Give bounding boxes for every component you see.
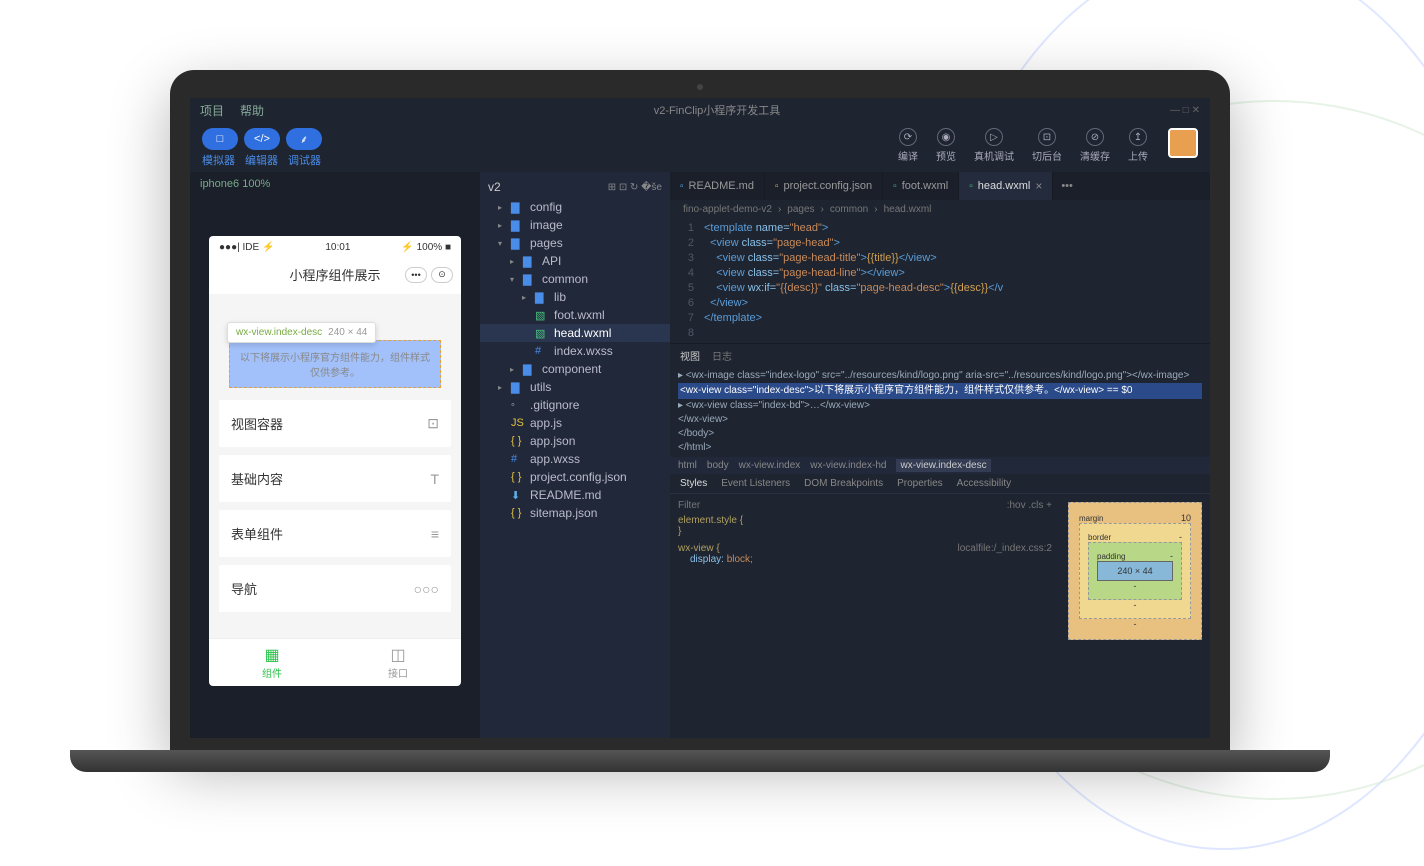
laptop-base bbox=[70, 750, 1330, 772]
tab-components[interactable]: ▦组件 bbox=[209, 639, 335, 686]
sim-menu-item[interactable]: 表单组件≡ bbox=[219, 510, 451, 557]
tree-item[interactable]: ▸ ▇ config bbox=[480, 198, 670, 216]
window-title: v2-FinClip小程序开发工具 bbox=[654, 102, 781, 118]
tree-item[interactable]: ▸ ▇ component bbox=[480, 360, 670, 378]
tree-item[interactable]: { } project.config.json bbox=[480, 468, 670, 486]
window-controls[interactable]: — □ ✕ bbox=[1170, 105, 1200, 116]
editor-tab[interactable]: ▫head.wxml× bbox=[959, 172, 1053, 200]
action-preview[interactable]: ◉预览 bbox=[936, 128, 956, 163]
tree-item[interactable]: { } app.json bbox=[480, 432, 670, 450]
phone-close-button[interactable]: ⊙ bbox=[431, 267, 453, 283]
toolbar: □ </> ⸙ 模拟器 编辑器 调试器 ⟳编译 ◉预览 ▷真机调试 ⊡切后台 bbox=[190, 122, 1210, 172]
laptop-frame: 项目 帮助 v2-FinClip小程序开发工具 — □ ✕ □ </> ⸙ 模拟… bbox=[170, 70, 1230, 772]
box-model: margin 10 border - padding - 240 × 4 bbox=[1060, 494, 1210, 738]
action-upload[interactable]: ↥上传 bbox=[1128, 128, 1148, 163]
pill-label-editor: 编辑器 bbox=[245, 152, 278, 168]
selected-element[interactable]: 以下将展示小程序官方组件能力，组件样式仅供参考。 bbox=[229, 340, 441, 388]
camera-dot bbox=[697, 84, 703, 90]
explorer-root[interactable]: v2 bbox=[488, 180, 501, 194]
action-background[interactable]: ⊡切后台 bbox=[1032, 128, 1062, 163]
tree-item[interactable]: ▸ ▇ image bbox=[480, 216, 670, 234]
explorer-actions[interactable]: ⊞ ⊡ ↻ �še bbox=[608, 182, 662, 193]
tree-item[interactable]: ◦ .gitignore bbox=[480, 396, 670, 414]
styles-filter-actions[interactable]: :hov .cls + bbox=[1007, 500, 1052, 511]
file-explorer: v2 ⊞ ⊡ ↻ �še ▸ ▇ config ▸ ▇ image ▾ ▇ pa… bbox=[480, 172, 670, 738]
devtools-tab-log[interactable]: 日志 bbox=[712, 348, 732, 363]
phone-title: 小程序组件展示 bbox=[289, 265, 380, 284]
tree-item[interactable]: # index.wxss bbox=[480, 342, 670, 360]
menubar: 项目 帮助 v2-FinClip小程序开发工具 — □ ✕ bbox=[190, 98, 1210, 122]
dom-crumb[interactable]: body bbox=[707, 460, 729, 471]
dom-crumb[interactable]: wx-view.index bbox=[739, 460, 801, 471]
phone-status-right: ⚡ 100% ■ bbox=[401, 242, 451, 253]
action-compile[interactable]: ⟳编译 bbox=[898, 128, 918, 163]
device-info: iphone6 100% bbox=[200, 178, 470, 190]
sim-menu-item[interactable]: 导航○○○ bbox=[219, 565, 451, 612]
pill-debugger[interactable]: ⸙ bbox=[286, 128, 322, 150]
sim-menu-item[interactable]: 基础内容T bbox=[219, 455, 451, 502]
phone-status-time: 10:01 bbox=[325, 242, 350, 253]
devtools-subtab[interactable]: DOM Breakpoints bbox=[804, 478, 883, 489]
phone-preview: ●●●| IDE ⚡ 10:01 ⚡ 100% ■ 小程序组件展示 ••• ⊙ bbox=[209, 236, 461, 686]
tree-item[interactable]: ▾ ▇ common bbox=[480, 270, 670, 288]
code-editor[interactable]: 1<template name="head">2 <view class="pa… bbox=[670, 219, 1210, 343]
dom-crumb[interactable]: wx-view.index-hd bbox=[810, 460, 886, 471]
devtools-subtab[interactable]: Event Listeners bbox=[721, 478, 790, 489]
editor-tab[interactable]: ▫foot.wxml bbox=[883, 172, 959, 200]
devtools-subtabs: Styles Event Listeners DOM Breakpoints Prop… bbox=[670, 474, 1210, 494]
editor-tabs: ▫README.md ▫project.config.json ▫foot.wx… bbox=[670, 172, 1210, 200]
tree-item[interactable]: ▧ foot.wxml bbox=[480, 306, 670, 324]
pill-label-debugger: 调试器 bbox=[288, 152, 321, 168]
tree-item[interactable]: ⬇ README.md bbox=[480, 486, 670, 504]
breadcrumb: fino-applet-demo-v2›pages›common›head.wx… bbox=[670, 200, 1210, 219]
editor-panel: ▫README.md ▫project.config.json ▫foot.wx… bbox=[670, 172, 1210, 738]
tree-item[interactable]: ▾ ▇ pages bbox=[480, 234, 670, 252]
tree-item[interactable]: JS app.js bbox=[480, 414, 670, 432]
devtools-tab-view[interactable]: 视图 bbox=[680, 348, 700, 363]
tree-item[interactable]: ▸ ▇ API bbox=[480, 252, 670, 270]
tree-item[interactable]: ▸ ▇ lib bbox=[480, 288, 670, 306]
pill-editor[interactable]: </> bbox=[244, 128, 280, 150]
pill-label-simulator: 模拟器 bbox=[202, 152, 235, 168]
sim-menu-item[interactable]: 视图容器⊡ bbox=[219, 400, 451, 447]
dom-breadcrumb[interactable]: html body wx-view.index wx-view.index-hd wx-… bbox=[670, 457, 1210, 474]
tree-item[interactable]: ▸ ▇ utils bbox=[480, 378, 670, 396]
devtools-subtab[interactable]: Properties bbox=[897, 478, 943, 489]
menu-help[interactable]: 帮助 bbox=[240, 102, 264, 119]
menu-project[interactable]: 项目 bbox=[200, 102, 224, 119]
dom-tree[interactable]: ▸ <wx-image class="index-logo" src="../r… bbox=[670, 367, 1210, 457]
phone-more-button[interactable]: ••• bbox=[405, 267, 427, 283]
styles-filter[interactable]: Filter bbox=[678, 500, 700, 511]
simulator-panel: iphone6 100% ●●●| IDE ⚡ 10:01 ⚡ 100% ■ 小… bbox=[190, 172, 480, 738]
editor-tab[interactable]: ▫project.config.json bbox=[765, 172, 883, 200]
tree-item[interactable]: { } sitemap.json bbox=[480, 504, 670, 522]
tab-api[interactable]: ◫接口 bbox=[335, 639, 461, 686]
action-clear-cache[interactable]: ⊘清缓存 bbox=[1080, 128, 1110, 163]
pill-simulator[interactable]: □ bbox=[202, 128, 238, 150]
avatar[interactable] bbox=[1168, 128, 1198, 158]
devtools-subtab[interactable]: Styles bbox=[680, 478, 707, 489]
phone-status-left: ●●●| IDE ⚡ bbox=[219, 242, 274, 253]
dom-crumb[interactable]: wx-view.index-desc bbox=[896, 459, 990, 472]
tabs-more[interactable]: ••• bbox=[1053, 180, 1081, 192]
editor-tab[interactable]: ▫README.md bbox=[670, 172, 765, 200]
tree-item[interactable]: # app.wxss bbox=[480, 450, 670, 468]
action-remote-debug[interactable]: ▷真机调试 bbox=[974, 128, 1014, 163]
devtools-panel: 视图 日志 ▸ <wx-image class="index-logo" src… bbox=[670, 343, 1210, 738]
ide-screen: 项目 帮助 v2-FinClip小程序开发工具 — □ ✕ □ </> ⸙ 模拟… bbox=[190, 98, 1210, 738]
dom-crumb[interactable]: html bbox=[678, 460, 697, 471]
devtools-subtab[interactable]: Accessibility bbox=[957, 478, 1011, 489]
styles-pane[interactable]: Filter :hov .cls + element.style {}</spa… bbox=[670, 494, 1060, 738]
inspector-tooltip: wx-view.index-desc240 × 44 bbox=[227, 322, 376, 343]
tree-item[interactable]: ▧ head.wxml bbox=[480, 324, 670, 342]
